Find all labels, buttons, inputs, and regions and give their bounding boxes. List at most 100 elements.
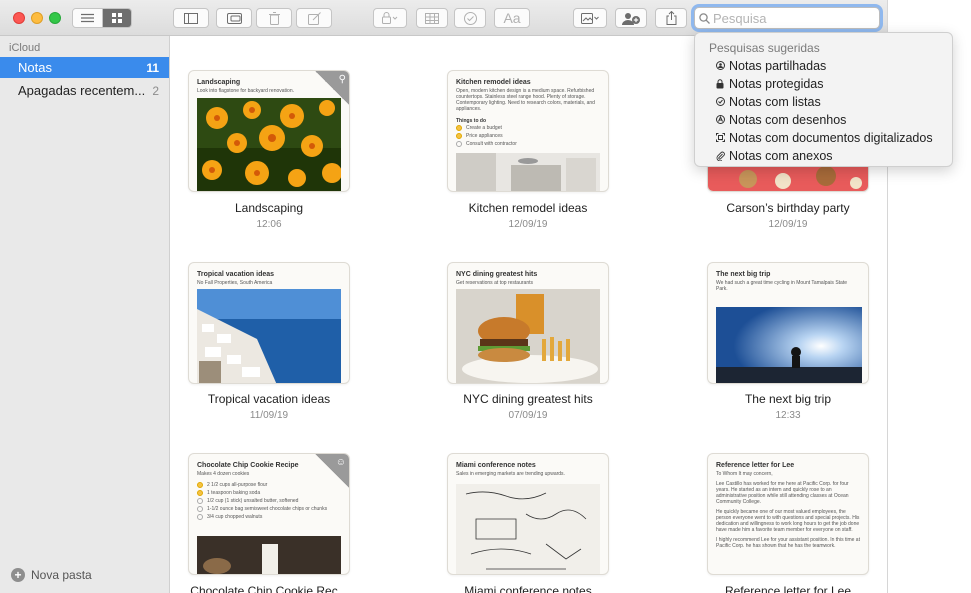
note-card-reference-letter[interactable]: Reference letter for Lee To Whom It may … — [707, 453, 869, 575]
table-icon — [425, 12, 439, 24]
new-note-button[interactable] — [296, 8, 332, 28]
note-caption: NYC dining greatest hits 07/09/19 — [438, 392, 618, 421]
checkmark-circle-icon — [715, 97, 725, 106]
note-date: 12:33 — [775, 410, 801, 421]
add-people-button[interactable] — [615, 8, 647, 28]
gallery-view-button[interactable] — [101, 9, 131, 27]
share-button[interactable] — [655, 8, 687, 28]
note-card-landscaping[interactable]: Landscaping Look into flagstone for back… — [188, 70, 350, 192]
note-caption: Carson’s birthday party 12/09/19 — [698, 201, 878, 230]
fullscreen-window-button[interactable] — [49, 12, 61, 24]
suggestion-notes-with-checklists[interactable]: Notas com listas — [715, 93, 821, 110]
note-caption: The next big trip 12:33 — [698, 392, 878, 421]
suggestion-locked-notes[interactable]: Notas protegidas — [715, 75, 824, 92]
account-header: iCloud — [9, 42, 41, 54]
note-preview-title: The next big trip — [716, 271, 771, 278]
folder-count: 2 — [152, 83, 159, 98]
suggestion-label: Notas com listas — [729, 94, 821, 109]
share-icon — [666, 11, 676, 25]
toolbar: Aa — [0, 0, 887, 36]
note-preview-text: To Whom It may concern, — [716, 471, 773, 477]
note-title: Chocolate Chip Cookie Rec... — [190, 584, 348, 593]
table-button[interactable] — [416, 8, 448, 28]
show-attachments-button[interactable] — [216, 8, 252, 28]
sidebar-item-notas[interactable]: Notas 11 — [0, 57, 169, 78]
shared-badge: ☺ — [315, 454, 349, 488]
note-card-cookie-recipe[interactable]: Chocolate Chip Cookie Recipe Makes 4 doz… — [188, 453, 350, 575]
checklist-item: Consult with contractor — [456, 140, 517, 148]
lock-icon — [715, 78, 725, 89]
close-window-button[interactable] — [13, 12, 25, 24]
note-card-kitchen-remodel[interactable]: Kitchen remodel ideas Open, modern kitch… — [447, 70, 609, 192]
list-view-button[interactable] — [73, 9, 102, 27]
milk-cookies-photo — [197, 536, 341, 574]
add-people-icon — [622, 12, 640, 25]
folder-count: 11 — [146, 60, 159, 75]
suggestion-label: Notas com desenhos — [729, 112, 847, 127]
note-caption: Landscaping 12:06 — [179, 201, 359, 230]
compose-icon — [307, 11, 321, 25]
shared-person-icon — [715, 61, 725, 70]
note-preview-title: Tropical vacation ideas — [197, 271, 275, 278]
checklist-item: 1-1/2 ounce bag semisweet chocolate chip… — [197, 505, 327, 513]
note-title: Kitchen remodel ideas — [468, 201, 588, 215]
checkmark-circle-icon — [463, 11, 477, 25]
new-folder-button[interactable]: + Nova pasta — [11, 568, 92, 582]
suggestion-notes-with-attachments[interactable]: Notas com anexos — [715, 147, 833, 164]
minimize-window-button[interactable] — [31, 12, 43, 24]
sidebar-item-recently-deleted[interactable]: Apagadas recentem... 2 — [0, 80, 169, 101]
note-preview-title: Reference letter for Lee — [716, 462, 795, 469]
format-button[interactable]: Aa — [494, 8, 530, 28]
shared-person-icon: ☺ — [335, 457, 346, 468]
note-caption: Kitchen remodel ideas 12/09/19 — [438, 201, 618, 230]
add-media-button[interactable] — [573, 8, 607, 28]
note-card-tropical-vacation[interactable]: Tropical vacation ideas No Fall Properti… — [188, 262, 350, 384]
search-input[interactable] — [713, 10, 873, 26]
note-date: 07/09/19 — [508, 410, 548, 421]
suggestion-notes-with-drawings[interactable]: Notas com desenhos — [715, 111, 846, 128]
checklist-item: Create a budget — [456, 124, 517, 132]
checklist-item: Price appliances — [456, 132, 517, 140]
burger-photo — [456, 289, 600, 383]
note-card-miami-conference[interactable]: Miami conference notes Sales in emerging… — [447, 453, 609, 575]
sidebar-icon — [184, 12, 198, 24]
note-title: The next big trip — [744, 392, 832, 406]
note-preview-title: NYC dining greatest hits — [456, 271, 538, 278]
note-date: 11/09/19 — [249, 410, 289, 421]
note-date: 12/09/19 — [768, 219, 808, 230]
delete-button[interactable] — [256, 8, 292, 28]
note-title: NYC dining greatest hits — [463, 392, 593, 406]
folder-label: Apagadas recentem... — [18, 83, 146, 98]
checklist: Create a budget Price appliances Consult… — [456, 124, 517, 148]
note-preview-text: No Fall Properties, South America — [197, 280, 273, 286]
note-preview-title: Landscaping — [197, 79, 241, 86]
folder-label: Notas — [18, 60, 52, 75]
note-title: Carson’s birthday party — [726, 201, 850, 215]
note-date: 12:06 — [256, 219, 282, 230]
note-date: 12/09/19 — [508, 219, 548, 230]
checklist-button[interactable] — [454, 8, 486, 28]
checklist-item: 1/2 cup (1 stick) unsalted butter, softe… — [197, 497, 327, 505]
trash-icon — [268, 11, 280, 25]
lock-menu-button[interactable] — [373, 8, 407, 28]
note-caption: Chocolate Chip Cookie Rec... — [179, 584, 359, 593]
checklist: 2 1/2 cups all-purpose flour 1 teaspoon … — [197, 481, 327, 521]
note-title: Reference letter for Lee — [724, 584, 852, 593]
suggestion-label: Notas com documentos digitalizados — [729, 130, 933, 145]
search-field[interactable] — [694, 7, 880, 29]
plus-circle-icon: + — [11, 568, 25, 582]
note-card-next-big-trip[interactable]: The next big trip We had such a great ti… — [707, 262, 869, 384]
note-caption: Miami conference notes — [438, 584, 618, 593]
sketch-photo — [456, 484, 600, 574]
kitchen-photo — [456, 153, 600, 191]
note-title: Tropical vacation ideas — [207, 392, 331, 406]
suggestion-shared-notes[interactable]: Notas partilhadas — [715, 57, 826, 74]
note-card-nyc-dining[interactable]: NYC dining greatest hits Get reservation… — [447, 262, 609, 384]
suggestion-notes-with-scanned-docs[interactable]: Notas com documentos digitalizados — [715, 129, 933, 146]
note-preview-text: Sales in emerging markets are trending u… — [456, 471, 565, 477]
toggle-sidebar-button[interactable] — [173, 8, 209, 28]
cyclist-photo — [716, 307, 862, 383]
new-folder-label: Nova pasta — [31, 568, 92, 582]
search-icon — [695, 12, 713, 24]
search-suggestions-dropdown: Pesquisas sugeridas Notas partilhadas No… — [694, 32, 953, 167]
